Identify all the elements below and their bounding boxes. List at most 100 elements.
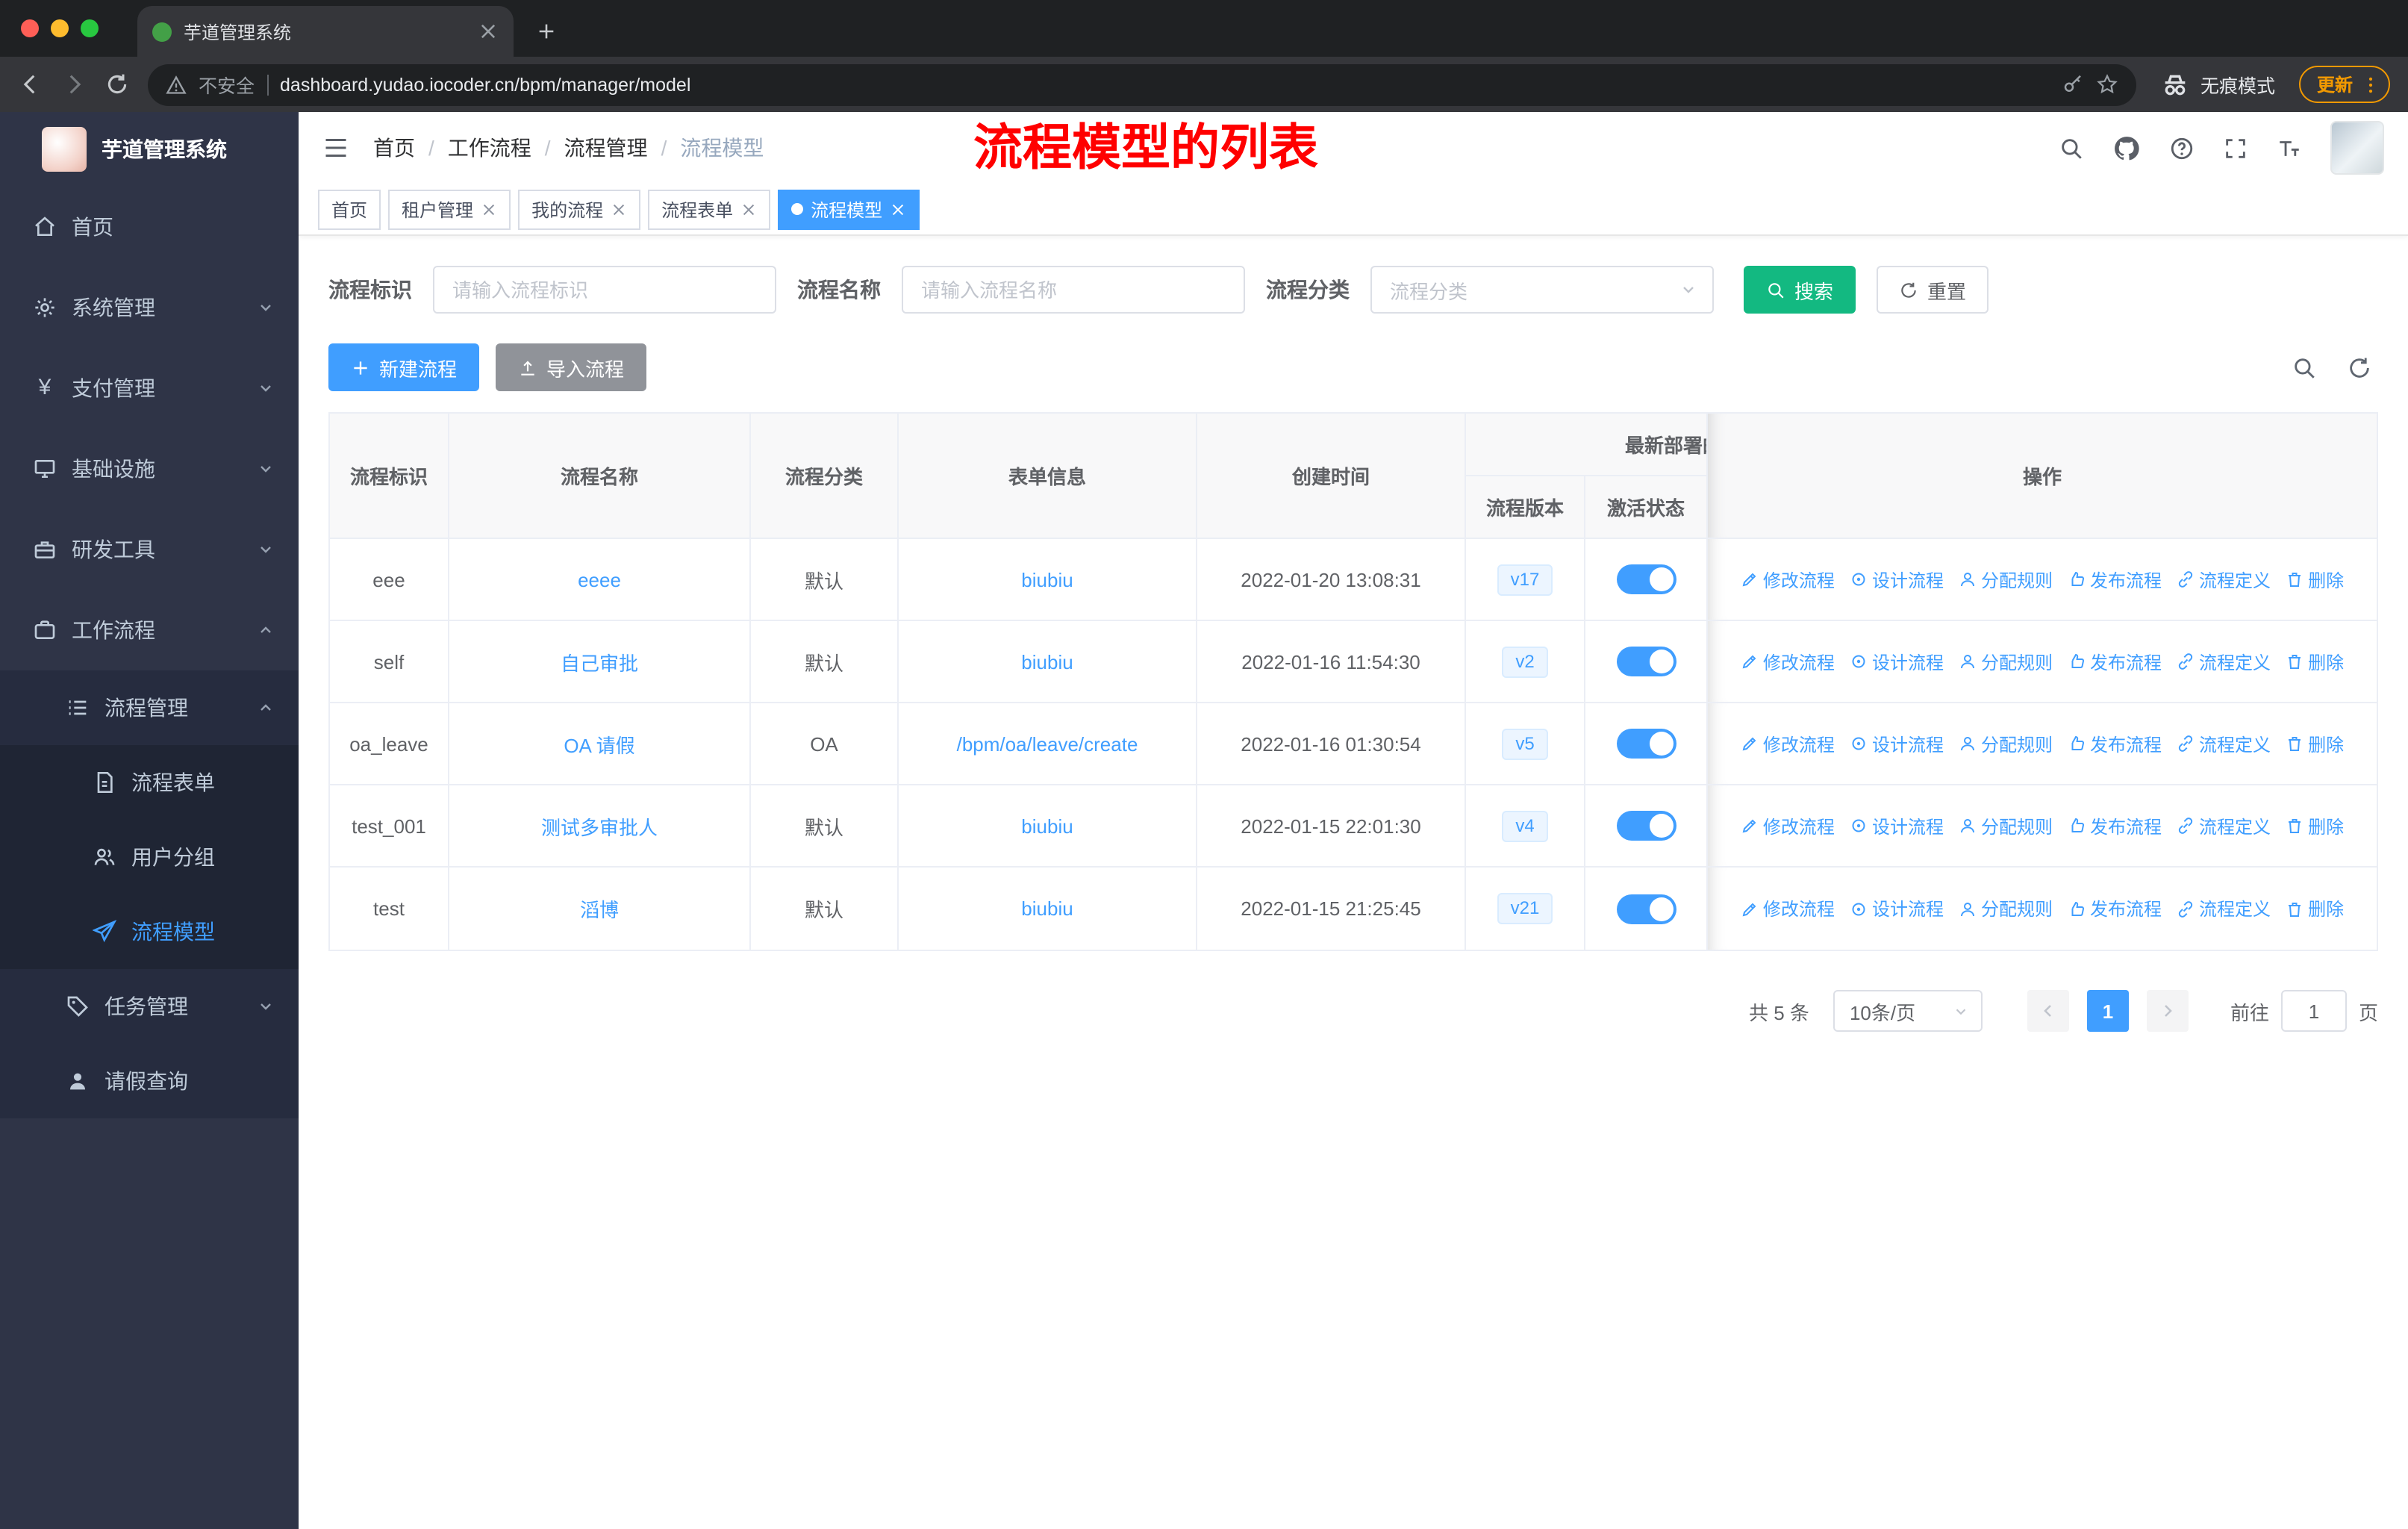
sidebar-item-workflow[interactable]: 工作流程 — [0, 590, 299, 670]
tag-home[interactable]: 首页 — [318, 189, 381, 229]
page-size-select[interactable]: 10条/页 — [1832, 990, 1983, 1032]
search-button[interactable]: 搜索 — [1744, 266, 1856, 314]
hamburger-icon[interactable] — [322, 134, 349, 161]
tag-tenant-management[interactable]: 租户管理 — [388, 189, 511, 229]
action-assign-rule[interactable]: 分配规则 — [1959, 649, 2053, 674]
sidebar-item-payment[interactable]: ¥ 支付管理 — [0, 348, 299, 429]
action-publish-process[interactable]: 发布流程 — [2068, 896, 2162, 921]
action-assign-rule[interactable]: 分配规则 — [1959, 896, 2053, 921]
toggle-search-icon[interactable] — [2292, 355, 2317, 380]
browser-menu-icon[interactable] — [2360, 74, 2381, 95]
tag-close-icon[interactable] — [740, 201, 757, 217]
prev-page-button[interactable] — [2027, 990, 2069, 1032]
sidebar-item-home[interactable]: 首页 — [0, 187, 299, 267]
action-process-definition[interactable]: 流程定义 — [2177, 896, 2271, 921]
fullscreen-icon[interactable] — [2223, 135, 2248, 161]
sidebar-item-infrastructure[interactable]: 基础设施 — [0, 429, 299, 509]
breadcrumb-item[interactable]: 流程管理 — [564, 133, 648, 163]
tag-process-model[interactable]: 流程模型 — [778, 189, 920, 229]
action-design-process[interactable]: 设计流程 — [1850, 896, 1944, 921]
action-process-definition[interactable]: 流程定义 — [2177, 649, 2271, 674]
sidebar-item-task-management[interactable]: 任务管理 — [0, 969, 299, 1044]
bookmark-star-icon[interactable] — [2096, 73, 2118, 96]
action-edit-process[interactable]: 修改流程 — [1741, 896, 1835, 921]
browser-tab[interactable]: 芋道管理系统 — [137, 6, 514, 57]
action-publish-process[interactable]: 发布流程 — [2068, 731, 2162, 756]
active-toggle[interactable] — [1616, 564, 1676, 594]
tag-close-icon[interactable] — [890, 201, 906, 217]
font-size-icon[interactable] — [2277, 135, 2302, 161]
action-design-process[interactable]: 设计流程 — [1850, 813, 1944, 838]
version-badge[interactable]: v4 — [1502, 810, 1548, 841]
breadcrumb-item[interactable]: 工作流程 — [448, 133, 531, 163]
sidebar-item-process-model[interactable]: 流程模型 — [0, 894, 299, 969]
active-toggle[interactable] — [1616, 894, 1676, 924]
page-number-button[interactable]: 1 — [2086, 990, 2129, 1032]
version-badge[interactable]: v5 — [1502, 728, 1548, 759]
process-name-link[interactable]: 测试多审批人 — [541, 812, 658, 840]
action-edit-process[interactable]: 修改流程 — [1741, 813, 1835, 838]
process-name-input[interactable] — [902, 266, 1245, 314]
sidebar-item-system[interactable]: 系统管理 — [0, 267, 299, 348]
form-info-link[interactable]: biubiu — [1021, 897, 1073, 920]
process-name-link[interactable]: eeee — [578, 568, 621, 591]
sidebar-item-process-management[interactable]: 流程管理 — [0, 670, 299, 745]
minimize-window-button[interactable] — [51, 19, 69, 37]
create-process-button[interactable]: 新建流程 — [328, 343, 480, 391]
zoom-window-button[interactable] — [81, 19, 99, 37]
form-info-link[interactable]: /bpm/oa/leave/create — [957, 732, 1138, 755]
import-process-button[interactable]: 导入流程 — [496, 343, 647, 391]
action-delete[interactable]: 删除 — [2286, 813, 2344, 838]
browser-update-button[interactable]: 更新 — [2298, 66, 2390, 103]
help-icon[interactable] — [2169, 135, 2195, 161]
app-logo[interactable]: 芋道管理系统 — [0, 112, 299, 187]
address-bar[interactable]: 不安全 dashboard.yudao.iocoder.cn/bpm/manag… — [148, 63, 2136, 105]
tag-my-process[interactable]: 我的流程 — [518, 189, 641, 229]
breadcrumb-item[interactable]: 首页 — [373, 133, 415, 163]
back-icon[interactable] — [18, 72, 43, 97]
user-avatar[interactable] — [2330, 121, 2384, 175]
sidebar-item-process-form[interactable]: 流程表单 — [0, 745, 299, 820]
form-info-link[interactable]: biubiu — [1021, 650, 1073, 673]
form-info-link[interactable]: biubiu — [1021, 568, 1073, 591]
action-process-definition[interactable]: 流程定义 — [2177, 567, 2271, 592]
goto-page-input[interactable] — [2280, 990, 2347, 1032]
action-assign-rule[interactable]: 分配规则 — [1959, 813, 2053, 838]
sidebar-item-dev-tools[interactable]: 研发工具 — [0, 509, 299, 590]
url-text[interactable]: dashboard.yudao.iocoder.cn/bpm/manager/m… — [280, 74, 2050, 95]
version-badge[interactable]: v17 — [1497, 564, 1553, 595]
security-label[interactable]: 不安全 — [199, 70, 255, 99]
version-badge[interactable]: v21 — [1497, 893, 1553, 924]
action-process-definition[interactable]: 流程定义 — [2177, 813, 2271, 838]
reset-button[interactable]: 重置 — [1877, 266, 1989, 314]
forward-icon[interactable] — [61, 72, 87, 97]
tag-process-form[interactable]: 流程表单 — [648, 189, 771, 229]
new-tab-button[interactable] — [525, 10, 567, 52]
action-assign-rule[interactable]: 分配规则 — [1959, 731, 2053, 756]
active-toggle[interactable] — [1616, 647, 1676, 676]
tab-close-icon[interactable] — [478, 21, 499, 42]
process-name-link[interactable]: 滔博 — [580, 894, 619, 923]
sidebar-item-user-group[interactable]: 用户分组 — [0, 820, 299, 894]
version-badge[interactable]: v2 — [1502, 646, 1548, 677]
next-page-button[interactable] — [2146, 990, 2189, 1032]
process-id-input[interactable] — [433, 266, 776, 314]
process-name-link[interactable]: 自己审批 — [561, 647, 638, 676]
action-edit-process[interactable]: 修改流程 — [1741, 731, 1835, 756]
action-publish-process[interactable]: 发布流程 — [2068, 567, 2162, 592]
active-toggle[interactable] — [1616, 811, 1676, 841]
search-icon[interactable] — [2059, 135, 2084, 161]
action-process-definition[interactable]: 流程定义 — [2177, 731, 2271, 756]
close-window-button[interactable] — [21, 19, 39, 37]
process-category-select[interactable]: 流程分类 — [1370, 266, 1714, 314]
action-edit-process[interactable]: 修改流程 — [1741, 567, 1835, 592]
form-info-link[interactable]: biubiu — [1021, 815, 1073, 837]
action-design-process[interactable]: 设计流程 — [1850, 731, 1944, 756]
action-delete[interactable]: 删除 — [2286, 731, 2344, 756]
action-assign-rule[interactable]: 分配规则 — [1959, 567, 2053, 592]
tag-close-icon[interactable] — [611, 201, 627, 217]
action-delete[interactable]: 删除 — [2286, 567, 2344, 592]
action-publish-process[interactable]: 发布流程 — [2068, 813, 2162, 838]
action-design-process[interactable]: 设计流程 — [1850, 649, 1944, 674]
action-design-process[interactable]: 设计流程 — [1850, 567, 1944, 592]
